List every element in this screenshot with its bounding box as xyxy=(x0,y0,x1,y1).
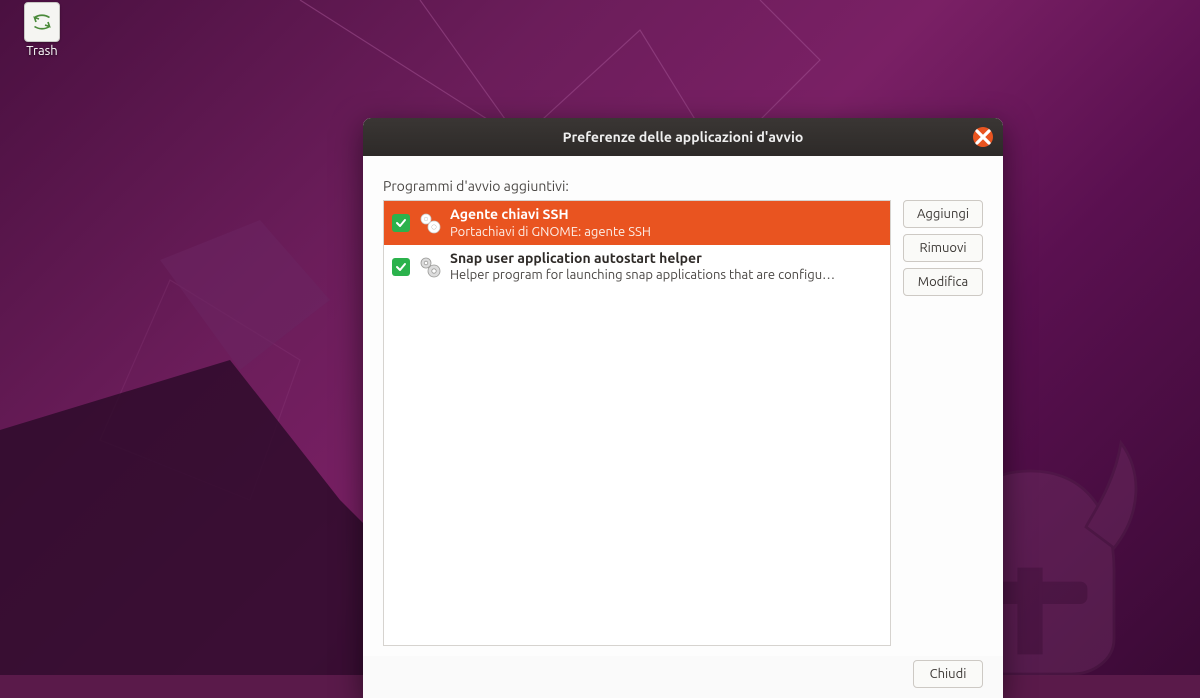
list-item-title: Snap user application autostart helper xyxy=(450,250,882,268)
list-item[interactable]: Agente chiavi SSH Portachiavi di GNOME: … xyxy=(384,201,890,245)
trash-icon xyxy=(24,2,60,42)
gears-icon xyxy=(418,255,442,279)
checkbox-icon[interactable] xyxy=(392,258,410,276)
dialog-footer: Chiudi xyxy=(363,656,1003,698)
close-dialog-button[interactable]: Chiudi xyxy=(913,660,983,688)
section-label: Programmi d'avvio aggiuntivi: xyxy=(383,178,983,194)
edit-button[interactable]: Modifica xyxy=(903,268,983,296)
side-button-column: Aggiungi Rimuovi Modifica xyxy=(903,200,983,646)
desktop-trash-label: Trash xyxy=(26,44,57,58)
list-item[interactable]: Snap user application autostart helper H… xyxy=(384,245,890,289)
startup-programs-list[interactable]: Agente chiavi SSH Portachiavi di GNOME: … xyxy=(383,200,891,646)
close-icon xyxy=(973,127,993,147)
list-item-description: Portachiavi di GNOME: agente SSH xyxy=(450,224,882,240)
dialog-title: Preferenze delle applicazioni d'avvio xyxy=(563,129,804,145)
list-item-title: Agente chiavi SSH xyxy=(450,206,882,224)
checkbox-icon[interactable] xyxy=(392,214,410,232)
remove-button[interactable]: Rimuovi xyxy=(903,234,983,262)
add-button[interactable]: Aggiungi xyxy=(903,200,983,228)
list-item-description: Helper program for launching snap applic… xyxy=(450,267,882,283)
close-button[interactable] xyxy=(973,127,993,147)
desktop-trash-icon[interactable]: Trash xyxy=(12,2,72,58)
startup-apps-dialog: Preferenze delle applicazioni d'avvio Pr… xyxy=(363,118,1003,698)
gears-icon xyxy=(418,211,442,235)
dialog-titlebar[interactable]: Preferenze delle applicazioni d'avvio xyxy=(363,118,1003,156)
